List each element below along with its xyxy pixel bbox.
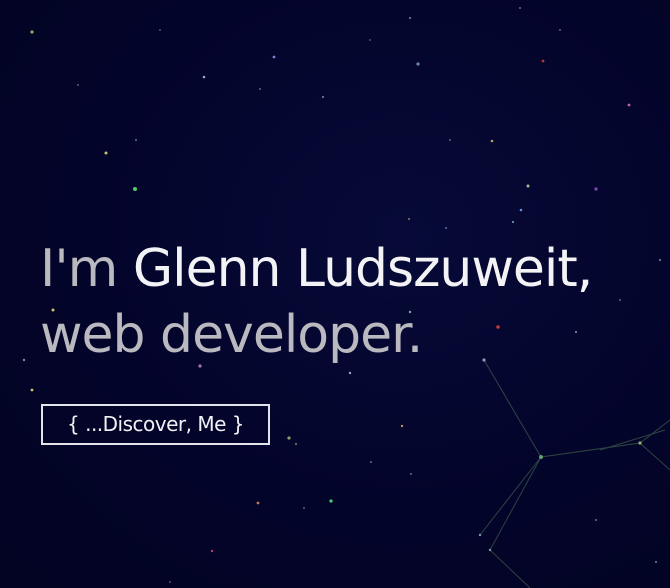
particle [655, 561, 657, 563]
particle [541, 59, 545, 63]
particle [416, 62, 420, 66]
constellation-line [489, 456, 542, 551]
particle [410, 473, 412, 475]
particle [295, 443, 297, 445]
particle [322, 96, 324, 98]
particle [490, 139, 494, 143]
hero-section: I'm Glenn Ludszuweit, web developer. { ..… [0, 0, 670, 588]
particle [77, 84, 79, 86]
particle [638, 441, 642, 445]
particle [104, 151, 108, 155]
particle [400, 424, 404, 428]
discover-me-button[interactable]: { ...Discover, Me } [41, 404, 270, 445]
particle [627, 103, 631, 107]
particle [369, 39, 371, 41]
particle [519, 208, 523, 212]
role-text: web developer. [40, 305, 423, 365]
particle [559, 29, 561, 31]
particle [202, 75, 206, 79]
particle [595, 519, 597, 521]
particle [409, 17, 411, 19]
particle [303, 507, 305, 509]
constellation-line [540, 442, 641, 458]
particle [133, 187, 137, 191]
particle [169, 581, 171, 583]
particle [272, 55, 276, 59]
developer-name: Glenn Ludszuweit [132, 239, 578, 299]
particle [159, 29, 161, 31]
particle [259, 88, 261, 90]
hero-headline: I'm Glenn Ludszuweit, web developer. [40, 236, 594, 368]
particle [30, 388, 34, 392]
particle [256, 501, 260, 505]
greeting-text: I'm [40, 239, 133, 299]
constellation-line [639, 419, 670, 444]
constellation-line [599, 429, 666, 451]
particle [210, 549, 214, 553]
particle [329, 499, 333, 503]
particle [30, 30, 34, 34]
particle [408, 218, 410, 220]
constellation-lines [479, 359, 670, 588]
constellation-line [639, 442, 670, 471]
constellation-line [479, 456, 542, 536]
particle [449, 139, 451, 141]
particle [488, 548, 492, 552]
particle [512, 221, 514, 223]
particle [348, 371, 352, 375]
constellation-line [483, 359, 542, 458]
particle [287, 436, 291, 440]
name-comma: , [576, 239, 594, 299]
particle [22, 358, 26, 362]
particle [619, 299, 621, 301]
particle [445, 227, 447, 229]
particle [135, 139, 137, 141]
particle [539, 455, 543, 459]
particle [594, 187, 598, 191]
constellation-line [489, 549, 531, 588]
particle [519, 7, 521, 9]
particle [370, 461, 372, 463]
particle [526, 184, 530, 188]
particle [659, 259, 661, 261]
particle [478, 533, 482, 537]
